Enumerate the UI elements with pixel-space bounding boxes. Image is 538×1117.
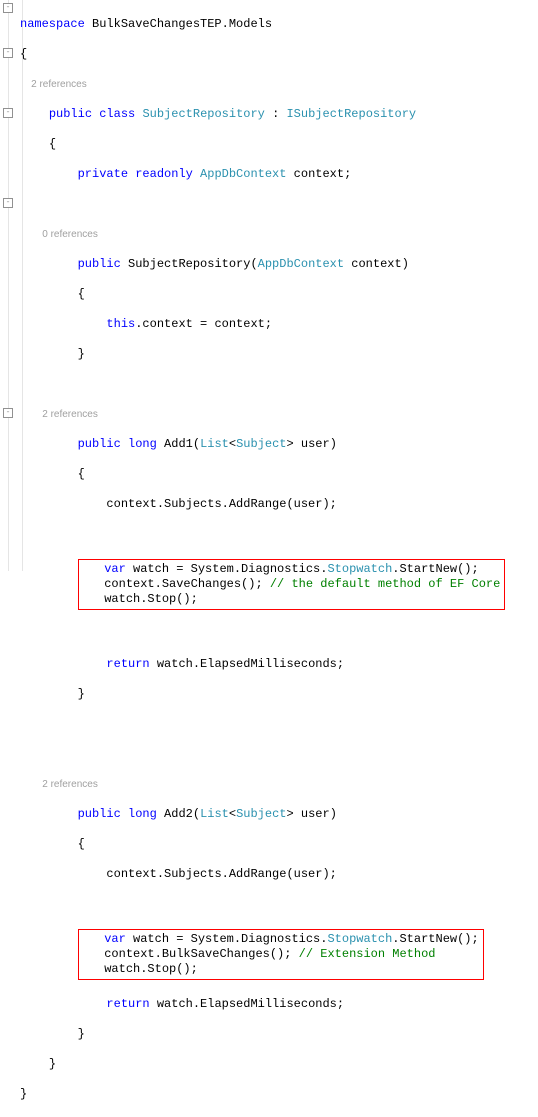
line-addrange-2: context.Subjects.AddRange(user); [20, 867, 505, 882]
collapse-toggle-add2[interactable]: - [3, 408, 13, 418]
collapse-toggle-namespace[interactable]: - [3, 3, 13, 13]
line-namespace: namespace BulkSaveChangesTEP.Models [20, 17, 505, 32]
code-area[interactable]: namespace BulkSaveChangesTEP.Models { 2 … [20, 2, 505, 1117]
line-class-decl: public class SubjectRepository : ISubjec… [20, 107, 505, 122]
comment-extension: // Extension Method [299, 947, 436, 961]
highlight-box-1: var watch = System.Diagnostics.Stopwatch… [78, 559, 506, 610]
line-ctor-sig: public SubjectRepository(AppDbContext co… [20, 257, 505, 272]
line-ctor-body: this.context = context; [20, 317, 505, 332]
line-add2-sig: public long Add2(List<Subject> user) [20, 807, 505, 822]
codelens-ctor-refs[interactable]: 0 references [20, 227, 505, 242]
line-addrange-1: context.Subjects.AddRange(user); [20, 497, 505, 512]
line-return-1: return watch.ElapsedMilliseconds; [20, 657, 505, 672]
line-brace-open: { [20, 47, 505, 62]
line-add1-sig: public long Add1(List<Subject> user) [20, 437, 505, 452]
collapse-toggle-class[interactable]: - [3, 48, 13, 58]
keyword-namespace: namespace [20, 17, 85, 31]
interface-name: ISubjectRepository [286, 107, 416, 121]
outline-guide-1 [8, 0, 9, 571]
codelens-add1-refs[interactable]: 2 references [20, 407, 505, 422]
line-field: private readonly AppDbContext context; [20, 167, 505, 182]
codelens-add2-refs[interactable]: 2 references [20, 777, 505, 792]
codelens-class-refs[interactable]: 2 references [20, 77, 505, 92]
class-name: SubjectRepository [142, 107, 264, 121]
comment-default-ef: // the default method of EF Core [270, 577, 500, 591]
collapse-toggle-add1[interactable]: - [3, 198, 13, 208]
collapse-toggle-ctor[interactable]: - [3, 108, 13, 118]
highlight-box-2: var watch = System.Diagnostics.Stopwatch… [78, 929, 484, 980]
line-return-2: return watch.ElapsedMilliseconds; [20, 997, 505, 1012]
namespace-name: BulkSaveChangesTEP.Models [92, 17, 272, 31]
